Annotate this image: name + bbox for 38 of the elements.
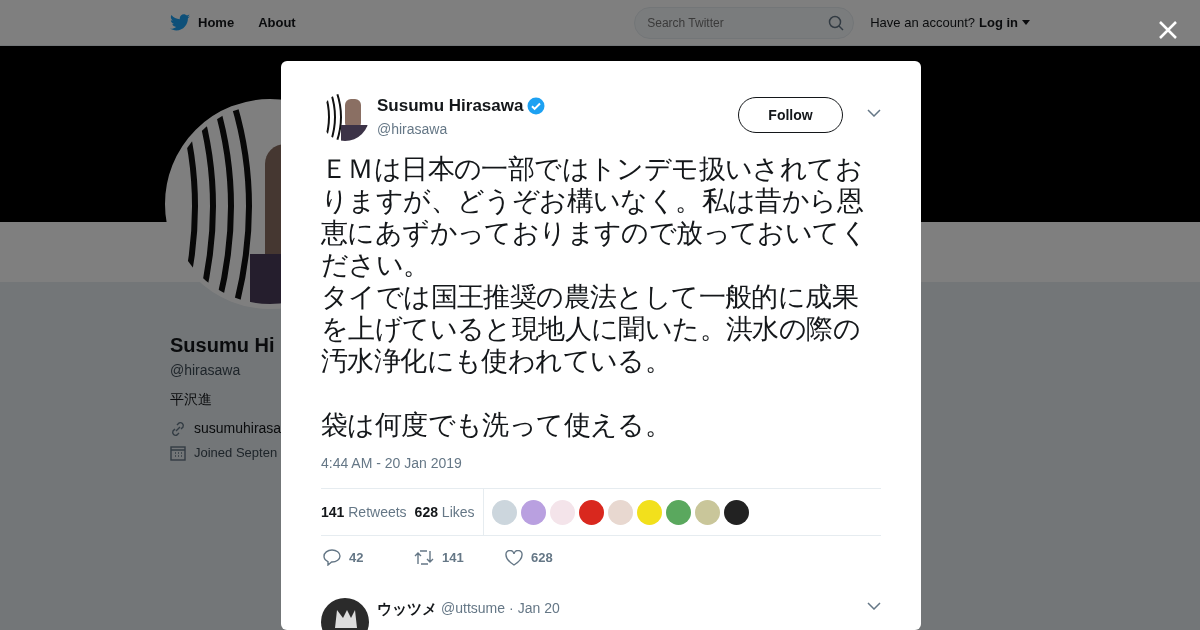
separator-dot: · (509, 599, 514, 619)
profile-name: Susumu Hi (170, 333, 275, 358)
nav-link[interactable]: Home (170, 12, 235, 33)
search-icon (828, 14, 845, 31)
account-prompt: Have an account? (870, 13, 975, 32)
calendar-icon (170, 444, 186, 461)
close-icon (1158, 20, 1178, 40)
reply-icon (323, 549, 341, 567)
chevron-down-icon[interactable] (867, 109, 881, 117)
profile-handle: @hirasawa (170, 361, 241, 380)
tweet-date: Jan 20 (517, 599, 560, 619)
stat-link[interactable]: 141 Retweets (321, 501, 407, 523)
profile-link[interactable]: susumuhirasa (194, 418, 282, 439)
link-icon (170, 420, 186, 437)
caret-icon (1022, 20, 1030, 25)
author-handle: @uttsume (441, 599, 505, 619)
stat-link[interactable]: 628 Likes (414, 501, 475, 523)
nav-link[interactable]: About (258, 12, 296, 33)
retweet-icon (414, 550, 434, 566)
author-name: ウッツメ (377, 598, 437, 619)
follow-button[interactable]: Follow (738, 97, 843, 133)
bird-icon (170, 14, 190, 31)
login-link[interactable]: Log in (979, 12, 1030, 33)
action-button[interactable]: 42 (323, 548, 378, 568)
author-handle: @hirasawa (377, 119, 449, 139)
tweet-text: 袋は何度でも洗って使える。 (321, 409, 673, 441)
profile-joined: Joined Septen (194, 444, 278, 462)
action-button[interactable]: 628 (505, 548, 560, 568)
tweet-text: ＥＭは日本の一部ではトンデモ扱いされておりますが、どうぞお構いなく。私は昔から恩恵にあずかっておりますので放っておいてください。 (321, 153, 868, 281)
tweet-timestamp: 4:44 AM - 20 Jan 2019 (321, 454, 463, 473)
search-field[interactable]: Search Twitter (634, 6, 855, 39)
chevron-down-icon[interactable] (867, 601, 881, 610)
profile-bio: 平沢進 (170, 390, 212, 409)
action-button[interactable]: 141 (414, 548, 469, 568)
avatar[interactable] (723, 499, 749, 525)
author-name: Susumu Hirasawa (377, 95, 524, 117)
heart-icon (505, 549, 523, 566)
tweet-text: タイでは国王推奨の農法として一般的に成果を上げていると現地人に聞いた。洪水の際の汚水浄化にも使われている。 (321, 281, 861, 377)
